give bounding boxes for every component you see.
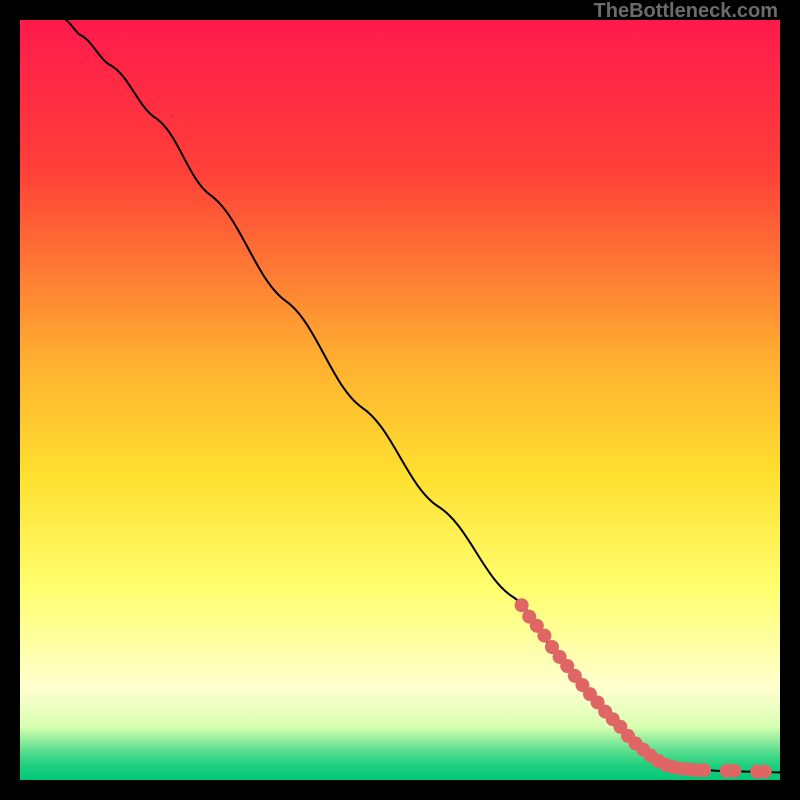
gradient-bg	[20, 20, 780, 780]
data-marker	[697, 763, 711, 777]
chart-frame	[20, 20, 780, 780]
data-marker	[758, 765, 772, 779]
data-marker	[537, 629, 551, 643]
data-marker	[727, 764, 741, 778]
chart-svg	[20, 20, 780, 780]
data-marker	[515, 598, 529, 612]
watermark-text: TheBottleneck.com	[594, 0, 778, 23]
